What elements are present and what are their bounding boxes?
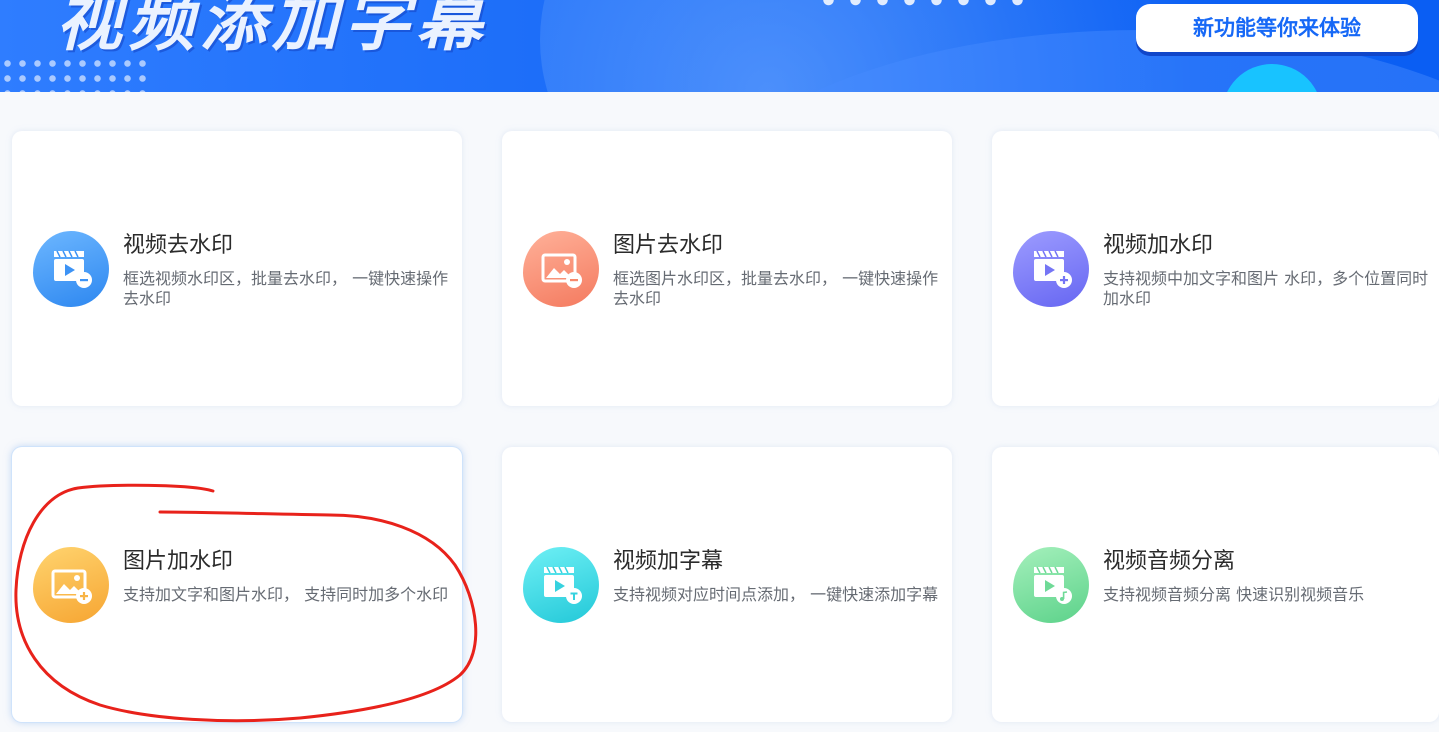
video-add-subtitle-icon [523,547,599,623]
feature-card-video-audio-separate[interactable]: 视频音频分离 支持视频音频分离 快速识别视频音乐 [992,447,1439,722]
card-title: 视频加水印 [1103,233,1214,258]
card-title: 视频去水印 [123,233,234,258]
new-feature-button[interactable]: 新功能等你来体验 [1136,4,1418,52]
promo-banner[interactable]: 视频添加字幕 新功能等你来体验 [0,0,1439,92]
feature-card-image-remove-watermark[interactable]: 图片去水印 框选图片水印区，批量去水印， 一键快速操作去水印 [502,131,952,406]
feature-card-image-add-watermark[interactable]: 图片加水印 支持加文字和图片水印， 支持同时加多个水印 [12,447,462,722]
card-title: 图片加水印 [123,549,234,574]
card-description: 框选视频水印区，批量去水印， 一键快速操作去水印 [123,269,449,308]
card-title: 视频加字幕 [613,549,724,574]
card-description: 框选图片水印区，批量去水印， 一键快速操作去水印 [613,269,939,308]
page: 视频添加字幕 新功能等你来体验 视频去水印 框选视频水印区，批量去水印， 一键快… [0,0,1439,732]
video-add-watermark-icon [1013,231,1089,307]
video-remove-watermark-icon [33,231,109,307]
feature-card-video-add-watermark[interactable]: 视频加水印 支持视频中加文字和图片 水印，多个位置同时加水印 [992,131,1439,406]
image-remove-watermark-icon [523,231,599,307]
card-description: 支持视频中加文字和图片 水印，多个位置同时加水印 [1103,269,1429,308]
feature-card-video-add-subtitle[interactable]: 视频加字幕 支持视频对应时间点添加， 一键快速添加字幕 [502,447,952,722]
card-description: 支持视频音频分离 快速识别视频音乐 [1103,585,1365,604]
video-audio-separate-icon [1013,547,1089,623]
banner-dot-pattern [815,0,1035,8]
card-description: 支持加文字和图片水印， 支持同时加多个水印 [123,585,449,604]
card-title: 图片去水印 [613,233,724,258]
card-title: 视频音频分离 [1103,549,1236,574]
card-description: 支持视频对应时间点添加， 一键快速添加字幕 [613,585,939,604]
banner-title: 视频添加字幕 [56,0,488,60]
image-add-watermark-icon [33,547,109,623]
feature-card-video-remove-watermark[interactable]: 视频去水印 框选视频水印区，批量去水印， 一键快速操作去水印 [12,131,462,406]
